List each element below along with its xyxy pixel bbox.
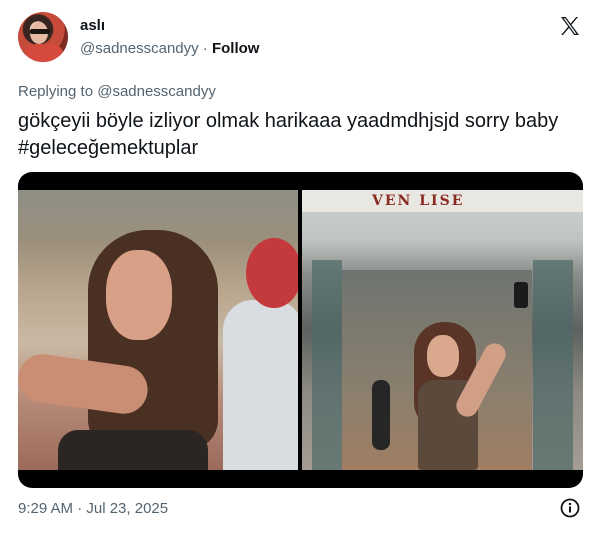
photo-left-background-person xyxy=(223,300,298,470)
photo-left-woman-face xyxy=(106,250,172,340)
author-handle[interactable]: @sadnesscandyy xyxy=(80,40,199,57)
media-grid[interactable]: VEN LISE xyxy=(18,172,583,488)
photo-right-door-right xyxy=(533,260,573,470)
photo-right-phone xyxy=(514,282,528,308)
separator-dot: · xyxy=(202,40,208,57)
tweet-header: aslı @sadnesscandyy · Follow xyxy=(18,12,584,64)
photo-left-woman-top xyxy=(58,430,208,470)
avatar-sunglasses xyxy=(30,29,50,34)
author-handle-row: @sadnesscandyy · Follow xyxy=(80,40,259,57)
follow-button[interactable]: Follow xyxy=(212,40,260,57)
avatar[interactable] xyxy=(18,12,68,62)
info-icon[interactable] xyxy=(560,498,580,518)
photo-right-door-left xyxy=(312,260,342,470)
photo-left[interactable] xyxy=(18,190,298,470)
school-sign: VEN LISE xyxy=(302,190,583,212)
x-logo-icon[interactable] xyxy=(558,14,582,38)
tweet-timestamp[interactable]: 9:29 AM · Jul 23, 2025 xyxy=(18,500,168,517)
photo-right-woman-face xyxy=(427,335,459,377)
photo-left-background-hair xyxy=(246,238,298,308)
author-name[interactable]: aslı xyxy=(80,17,105,34)
avatar-shirt xyxy=(24,44,64,62)
photo-right-background-person xyxy=(372,380,390,450)
replying-to-label[interactable]: Replying to @sadnesscandyy xyxy=(18,83,216,100)
photo-right[interactable]: VEN LISE xyxy=(302,190,583,470)
tweet-text: gökçeyii böyle izliyor olmak harikaaa ya… xyxy=(18,110,559,159)
